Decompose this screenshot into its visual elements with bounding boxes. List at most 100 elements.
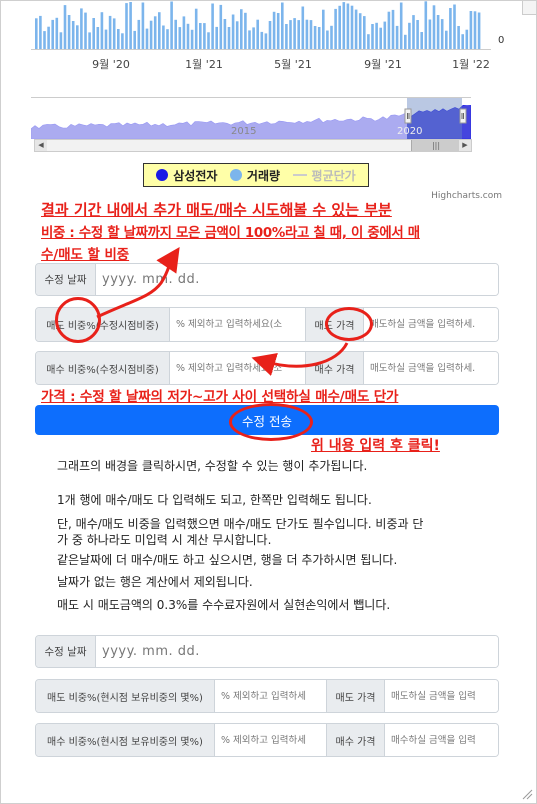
- volume-bar: [346, 3, 350, 49]
- volume-bar: [194, 8, 198, 49]
- volume-bar: [240, 9, 243, 49]
- volume-bars: [31, 1, 491, 50]
- volume-bar: [121, 33, 124, 49]
- volume-bar: [223, 19, 227, 49]
- volume-bar: [440, 19, 444, 49]
- sell-price-label: 매도 가격: [306, 308, 364, 341]
- volume-bar: [334, 8, 337, 49]
- volume-bar: [416, 20, 419, 49]
- volume-bar: [252, 27, 255, 49]
- volume-bar: [153, 16, 157, 49]
- buy-row: 매수 비중%(수정시점비중) 매수 가격: [35, 351, 499, 385]
- volume-bar: [412, 15, 415, 50]
- scroll-left-icon[interactable]: ◀: [35, 140, 47, 151]
- navigator[interactable]: 2015 2020: [31, 97, 471, 139]
- sell-ratio-input[interactable]: [170, 308, 306, 341]
- buy-ratio-label: 매수 비중%(수정시점비중): [36, 352, 170, 384]
- edit-date-row: 수정 날짜: [35, 263, 499, 296]
- annotation-ratio-line2: 수/매도 할 비중: [41, 248, 130, 263]
- volume-bar: [47, 26, 50, 49]
- volume-bar: [432, 5, 436, 50]
- volume-bar: [457, 26, 460, 49]
- volume-bar: [281, 2, 284, 49]
- info-line: 날짜가 없는 행은 계산에서 제외됩니다.: [57, 575, 253, 589]
- volume-bar: [248, 30, 251, 49]
- volume-bar: [112, 18, 116, 49]
- scrollbar-corner[interactable]: [522, 1, 536, 15]
- annotation-ratio-line1: 비중 : 수정 할 날짜까지 모은 금액이 100%라고 칠 때, 이 중에서 …: [41, 226, 420, 241]
- volume-bar: [63, 5, 67, 50]
- volume-bar: [342, 2, 346, 50]
- volume-bar: [190, 29, 194, 49]
- volume-bar: [104, 29, 108, 49]
- volume-bar: [391, 9, 395, 49]
- volume-bar: [145, 28, 149, 49]
- buy-price-input[interactable]: [385, 724, 498, 756]
- sell-price-input[interactable]: [385, 680, 498, 712]
- volume-bar: [293, 18, 296, 49]
- x-label: 1월 '22: [452, 58, 490, 71]
- volume-bar: [285, 24, 288, 49]
- volume-bar: [108, 15, 112, 49]
- volume-bar: [219, 4, 223, 49]
- info-line: 같은날짜에 더 매수/매도 하고 싶으시면, 행을 더 추가하시면 됩니다.: [57, 553, 398, 567]
- volume-bar: [399, 2, 403, 49]
- submit-edit-button[interactable]: 수정 전송: [35, 405, 499, 435]
- volume-bar: [367, 34, 370, 49]
- sell-price-input[interactable]: [364, 308, 498, 341]
- navigator-scrollbar[interactable]: ◀ ||| ▶: [34, 139, 472, 152]
- x-label: 9월 '20: [92, 58, 130, 71]
- date-label: 수정 날짜: [36, 264, 96, 295]
- legend-item-price[interactable]: 삼성전자: [156, 167, 217, 184]
- volume-bar: [445, 30, 448, 49]
- volume-bar: [235, 21, 239, 49]
- volume-bar: [39, 15, 42, 49]
- volume-bar: [404, 34, 407, 49]
- volume-bar: [182, 16, 186, 49]
- legend-item-average[interactable]: 평균단가: [292, 167, 356, 184]
- x-label: 9월 '21: [364, 58, 402, 71]
- sell-price-label: 매도 가격: [327, 680, 385, 712]
- volume-bar: [100, 12, 104, 49]
- volume-bar: [141, 2, 145, 49]
- volume-bar: [264, 33, 268, 49]
- buy-price-input[interactable]: [364, 352, 498, 384]
- info-line: 그래프의 배경을 클릭하시면, 수정할 수 있는 행이 추가됩니다.: [57, 459, 368, 473]
- edit-date-input[interactable]: [96, 636, 498, 667]
- chart-credits[interactable]: Highcharts.com: [431, 191, 502, 201]
- info-line: 가 중 하나라도 미입력 시 계산 무시합니다.: [57, 533, 272, 547]
- edit-date-input[interactable]: [96, 264, 498, 295]
- volume-bar: [96, 27, 100, 49]
- sell-row: 매도 비중%(수정시점비중) 매도 가격: [35, 307, 499, 342]
- chart-legend: 삼성전자 거래량 평균단가: [143, 163, 369, 187]
- scrollbar-thumb[interactable]: |||: [411, 140, 461, 151]
- info-line: 매도 시 매도금액의 0.3%를 수수료자원에서 실현손익에서 뺍니다.: [57, 598, 391, 612]
- volume-bar: [477, 12, 481, 49]
- legend-label: 삼성전자: [173, 168, 218, 183]
- volume-bar: [71, 21, 75, 49]
- volume-bar: [88, 32, 91, 49]
- volume-bar: [326, 30, 329, 49]
- volume-bar: [51, 19, 54, 49]
- x-axis-labels: 9월 '20 1월 '21 5월 '21 9월 '21 1월 '22: [31, 56, 501, 72]
- navigator-year-label: 2015: [231, 126, 256, 137]
- sell-ratio-input[interactable]: [215, 680, 327, 712]
- volume-bar: [465, 29, 469, 49]
- volume-bar: [379, 27, 382, 49]
- volume-bar: [166, 29, 169, 49]
- legend-line-icon: [292, 174, 307, 176]
- volume-bar: [461, 34, 464, 49]
- scroll-right-icon[interactable]: ▶: [459, 140, 471, 151]
- volume-bar: [276, 13, 280, 49]
- volume-bar: [211, 3, 214, 49]
- buy-ratio-input[interactable]: [215, 724, 327, 756]
- volume-bar: [272, 11, 276, 50]
- page-frame: 9월 '20 1월 '21 5월 '21 9월 '21 1월 '22 0 201…: [0, 0, 537, 804]
- volume-bar: [186, 23, 190, 49]
- legend-item-volume[interactable]: 거래량: [229, 167, 280, 184]
- volume-bar: [199, 23, 202, 49]
- buy-ratio-input[interactable]: [170, 352, 306, 384]
- volume-bar: [420, 32, 423, 49]
- resize-grip-icon[interactable]: [521, 788, 533, 800]
- volume-bar: [178, 27, 182, 49]
